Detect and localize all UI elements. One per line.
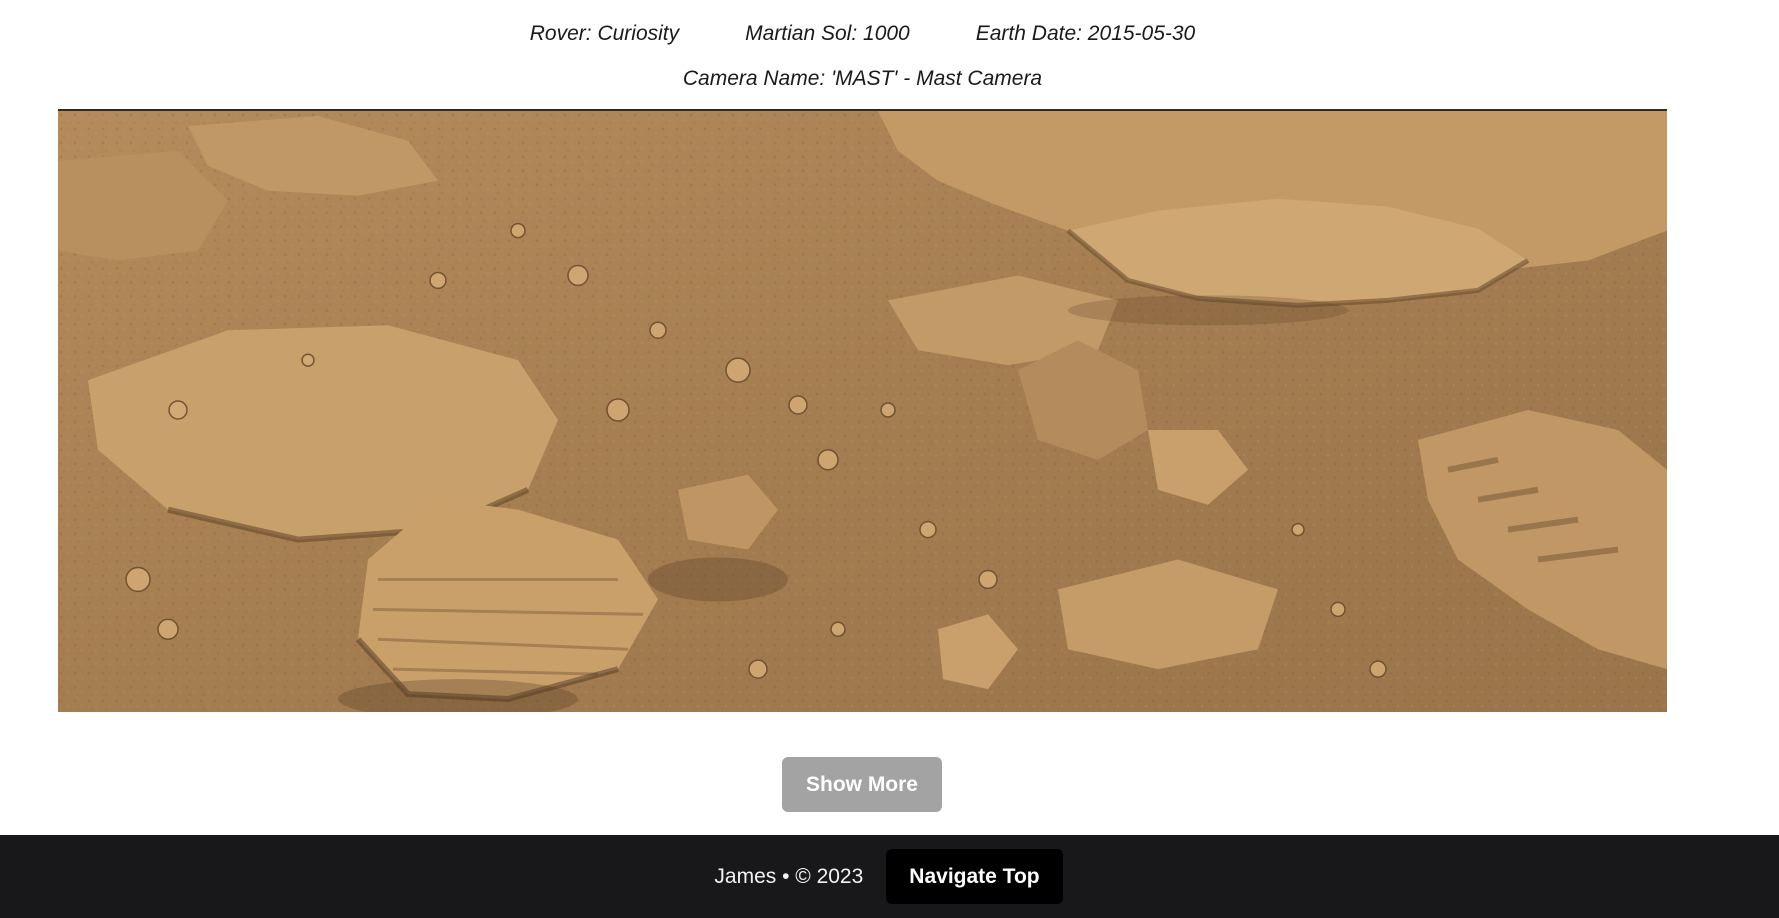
footer-credit: James • © 2023: [714, 864, 864, 888]
camera-name-label: Camera Name: 'MAST' - Mast Camera: [682, 67, 1043, 90]
show-more-button[interactable]: Show More: [782, 757, 942, 812]
footer: James • © 2023 Navigate Top: [0, 835, 1779, 918]
mars-terrain-image: [58, 111, 1667, 712]
photo-meta-row: Rover: Curiosity Martian Sol: 1000 Earth…: [0, 22, 1725, 46]
mars-rover-photo: [58, 109, 1667, 712]
sol-label: Martian Sol: 1000: [745, 22, 910, 45]
navigate-top-button[interactable]: Navigate Top: [886, 849, 1063, 904]
earth-date-label: Earth Date: 2015-05-30: [975, 22, 1196, 45]
rover-label: Rover: Curiosity: [529, 22, 680, 45]
